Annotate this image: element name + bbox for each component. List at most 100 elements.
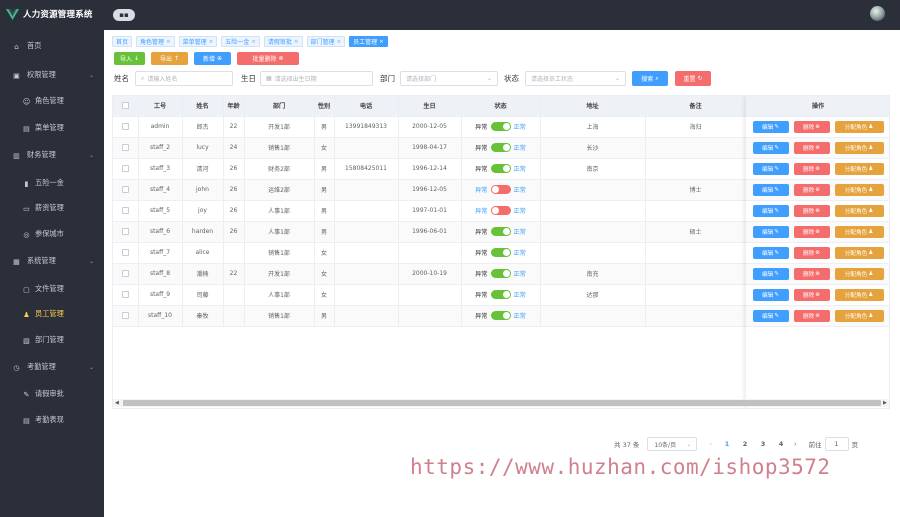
row-checkbox[interactable] xyxy=(121,144,129,151)
status-toggle[interactable] xyxy=(490,311,511,320)
edit-button[interactable]: 编辑 ✎ xyxy=(752,267,789,280)
delete-button[interactable]: 删除 ⊗ xyxy=(793,162,830,175)
birthday-date-picker[interactable]: ▦ 请选择出生日期 xyxy=(260,71,373,86)
assign-role-button[interactable]: 分配角色 ♟ xyxy=(834,288,884,301)
edit-button[interactable]: 编辑 ✎ xyxy=(752,120,789,133)
sidebar-item-1[interactable]: ▣ 权限管理 ⌄ xyxy=(0,62,104,88)
row-checkbox-cell[interactable] xyxy=(113,284,139,306)
tab-3[interactable]: 五险一金 × xyxy=(221,36,260,47)
row-checkbox-cell[interactable] xyxy=(113,137,139,159)
horizontal-scrollbar[interactable]: ◀ ▶ xyxy=(113,399,889,407)
sidebar-item-2[interactable]: ☺ 角色管理 xyxy=(0,88,104,114)
edit-button[interactable]: 编辑 ✎ xyxy=(752,246,789,259)
sidebar-item-7[interactable]: ◎ 参保城市 xyxy=(0,221,104,247)
user-avatar[interactable] xyxy=(870,6,885,21)
sidebar-item-14[interactable]: ▤ 考勤表现 xyxy=(0,407,104,433)
row-checkbox-cell[interactable] xyxy=(113,263,139,285)
row-checkbox[interactable] xyxy=(121,249,129,256)
assign-role-button[interactable]: 分配角色 ♟ xyxy=(834,162,884,175)
status-toggle[interactable] xyxy=(490,227,511,236)
edit-button[interactable]: 编辑 ✎ xyxy=(752,183,789,196)
sidebar-item-10[interactable]: ♟ 员工管理 xyxy=(0,301,104,327)
assign-role-button[interactable]: 分配角色 ♟ xyxy=(834,246,884,259)
page-size-select[interactable]: 10条/页 ⌄ xyxy=(647,437,698,451)
delete-button[interactable]: 删除 ⊗ xyxy=(793,309,830,322)
row-checkbox-cell[interactable] xyxy=(113,179,139,201)
row-checkbox-cell[interactable] xyxy=(113,116,139,138)
sidebar-item-12[interactable]: ◷ 考勤管理 ⌄ xyxy=(0,354,104,380)
row-checkbox-cell[interactable] xyxy=(113,305,139,327)
delete-button[interactable]: 删除 ⊗ xyxy=(793,267,830,280)
sidebar-item-3[interactable]: ▤ 菜单管理 xyxy=(0,115,104,141)
row-checkbox[interactable] xyxy=(121,186,129,193)
sidebar-toggle-button[interactable]: ▪▪ xyxy=(113,9,135,21)
status-toggle[interactable] xyxy=(490,185,511,194)
import-button[interactable]: 导入 ↓ xyxy=(114,52,145,65)
edit-button[interactable]: 编辑 ✎ xyxy=(752,141,789,154)
edit-button[interactable]: 编辑 ✎ xyxy=(752,162,789,175)
edit-button[interactable]: 编辑 ✎ xyxy=(752,288,789,301)
row-checkbox-cell[interactable] xyxy=(113,242,139,264)
select-all-checkbox[interactable] xyxy=(121,102,129,109)
status-select[interactable]: 请选择员工状态 ⌄ xyxy=(525,71,626,86)
row-checkbox-cell[interactable] xyxy=(113,200,139,222)
close-icon[interactable]: × xyxy=(379,39,384,45)
prev-page-button[interactable]: ‹ xyxy=(709,440,712,448)
delete-button[interactable]: 删除 ⊗ xyxy=(793,225,830,238)
status-toggle[interactable] xyxy=(490,290,511,299)
row-checkbox[interactable] xyxy=(121,228,129,235)
delete-button[interactable]: 删除 ⊗ xyxy=(793,246,830,259)
page-number-1[interactable]: 1 xyxy=(718,440,736,448)
edit-button[interactable]: 编辑 ✎ xyxy=(752,309,789,322)
tab-1[interactable]: 角色管理 × xyxy=(136,36,175,47)
tab-0[interactable]: 首页 xyxy=(112,36,133,47)
select-all-checkbox-cell[interactable] xyxy=(113,96,139,117)
tab-4[interactable]: 请假审批 × xyxy=(263,36,303,47)
status-toggle[interactable] xyxy=(490,248,511,257)
delete-button[interactable]: 删除 ⊗ xyxy=(793,183,830,196)
page-number-2[interactable]: 2 xyxy=(736,440,754,448)
status-toggle[interactable] xyxy=(490,164,511,173)
delete-button[interactable]: 删除 ⊗ xyxy=(793,204,830,217)
assign-role-button[interactable]: 分配角色 ♟ xyxy=(834,183,884,196)
assign-role-button[interactable]: 分配角色 ♟ xyxy=(834,309,884,322)
close-icon[interactable]: × xyxy=(251,39,256,45)
page-number-3[interactable]: 3 xyxy=(754,440,772,448)
tab-5[interactable]: 部门管理 × xyxy=(306,36,346,47)
scrollbar-thumb[interactable] xyxy=(123,400,881,406)
row-checkbox[interactable] xyxy=(121,312,129,319)
sidebar-item-5[interactable]: ▮ 五险一金 xyxy=(0,170,104,196)
sidebar-item-6[interactable]: ▭ 薪资管理 xyxy=(0,195,104,221)
close-icon[interactable]: × xyxy=(294,39,299,45)
delete-button[interactable]: 删除 ⊗ xyxy=(793,141,830,154)
next-page-button[interactable]: › xyxy=(794,440,797,448)
department-select[interactable]: 请选择部门 ⌄ xyxy=(400,71,498,86)
tab-2[interactable]: 菜单管理 × xyxy=(178,36,218,47)
row-checkbox[interactable] xyxy=(121,123,129,130)
close-icon[interactable]: × xyxy=(209,39,214,45)
row-checkbox[interactable] xyxy=(121,291,129,298)
edit-button[interactable]: 编辑 ✎ xyxy=(752,225,789,238)
delete-button[interactable]: 删除 ⊗ xyxy=(793,120,830,133)
sidebar-item-11[interactable]: ▧ 部门管理 xyxy=(0,327,104,353)
batch-delete-button[interactable]: 批量删除 ⊗ xyxy=(237,52,299,65)
sidebar-item-0[interactable]: ⌂ 首页 xyxy=(0,33,104,59)
sidebar-item-9[interactable]: ▢ 文件管理 xyxy=(0,276,104,302)
goto-page-input[interactable]: 1 xyxy=(824,437,849,451)
close-icon[interactable]: × xyxy=(166,39,171,45)
row-checkbox[interactable] xyxy=(121,165,129,172)
assign-role-button[interactable]: 分配角色 ♟ xyxy=(834,267,884,280)
row-checkbox-cell[interactable] xyxy=(113,221,139,243)
name-search-input[interactable]: ⌕ 请输入姓名 xyxy=(135,71,233,86)
export-button[interactable]: 导出 ↑ xyxy=(151,52,188,65)
row-checkbox-cell[interactable] xyxy=(113,158,139,180)
status-toggle[interactable] xyxy=(490,269,511,278)
tab-6[interactable]: 员工管理 × xyxy=(349,36,388,47)
status-toggle[interactable] xyxy=(490,122,511,131)
close-icon[interactable]: × xyxy=(337,39,342,45)
sidebar-item-13[interactable]: ✎ 请假审批 xyxy=(0,381,104,407)
assign-role-button[interactable]: 分配角色 ♟ xyxy=(834,141,884,154)
row-checkbox[interactable] xyxy=(121,207,129,214)
search-button[interactable]: 搜索 ⌕ xyxy=(632,71,668,86)
add-button[interactable]: 新增 ⊕ xyxy=(194,52,231,65)
